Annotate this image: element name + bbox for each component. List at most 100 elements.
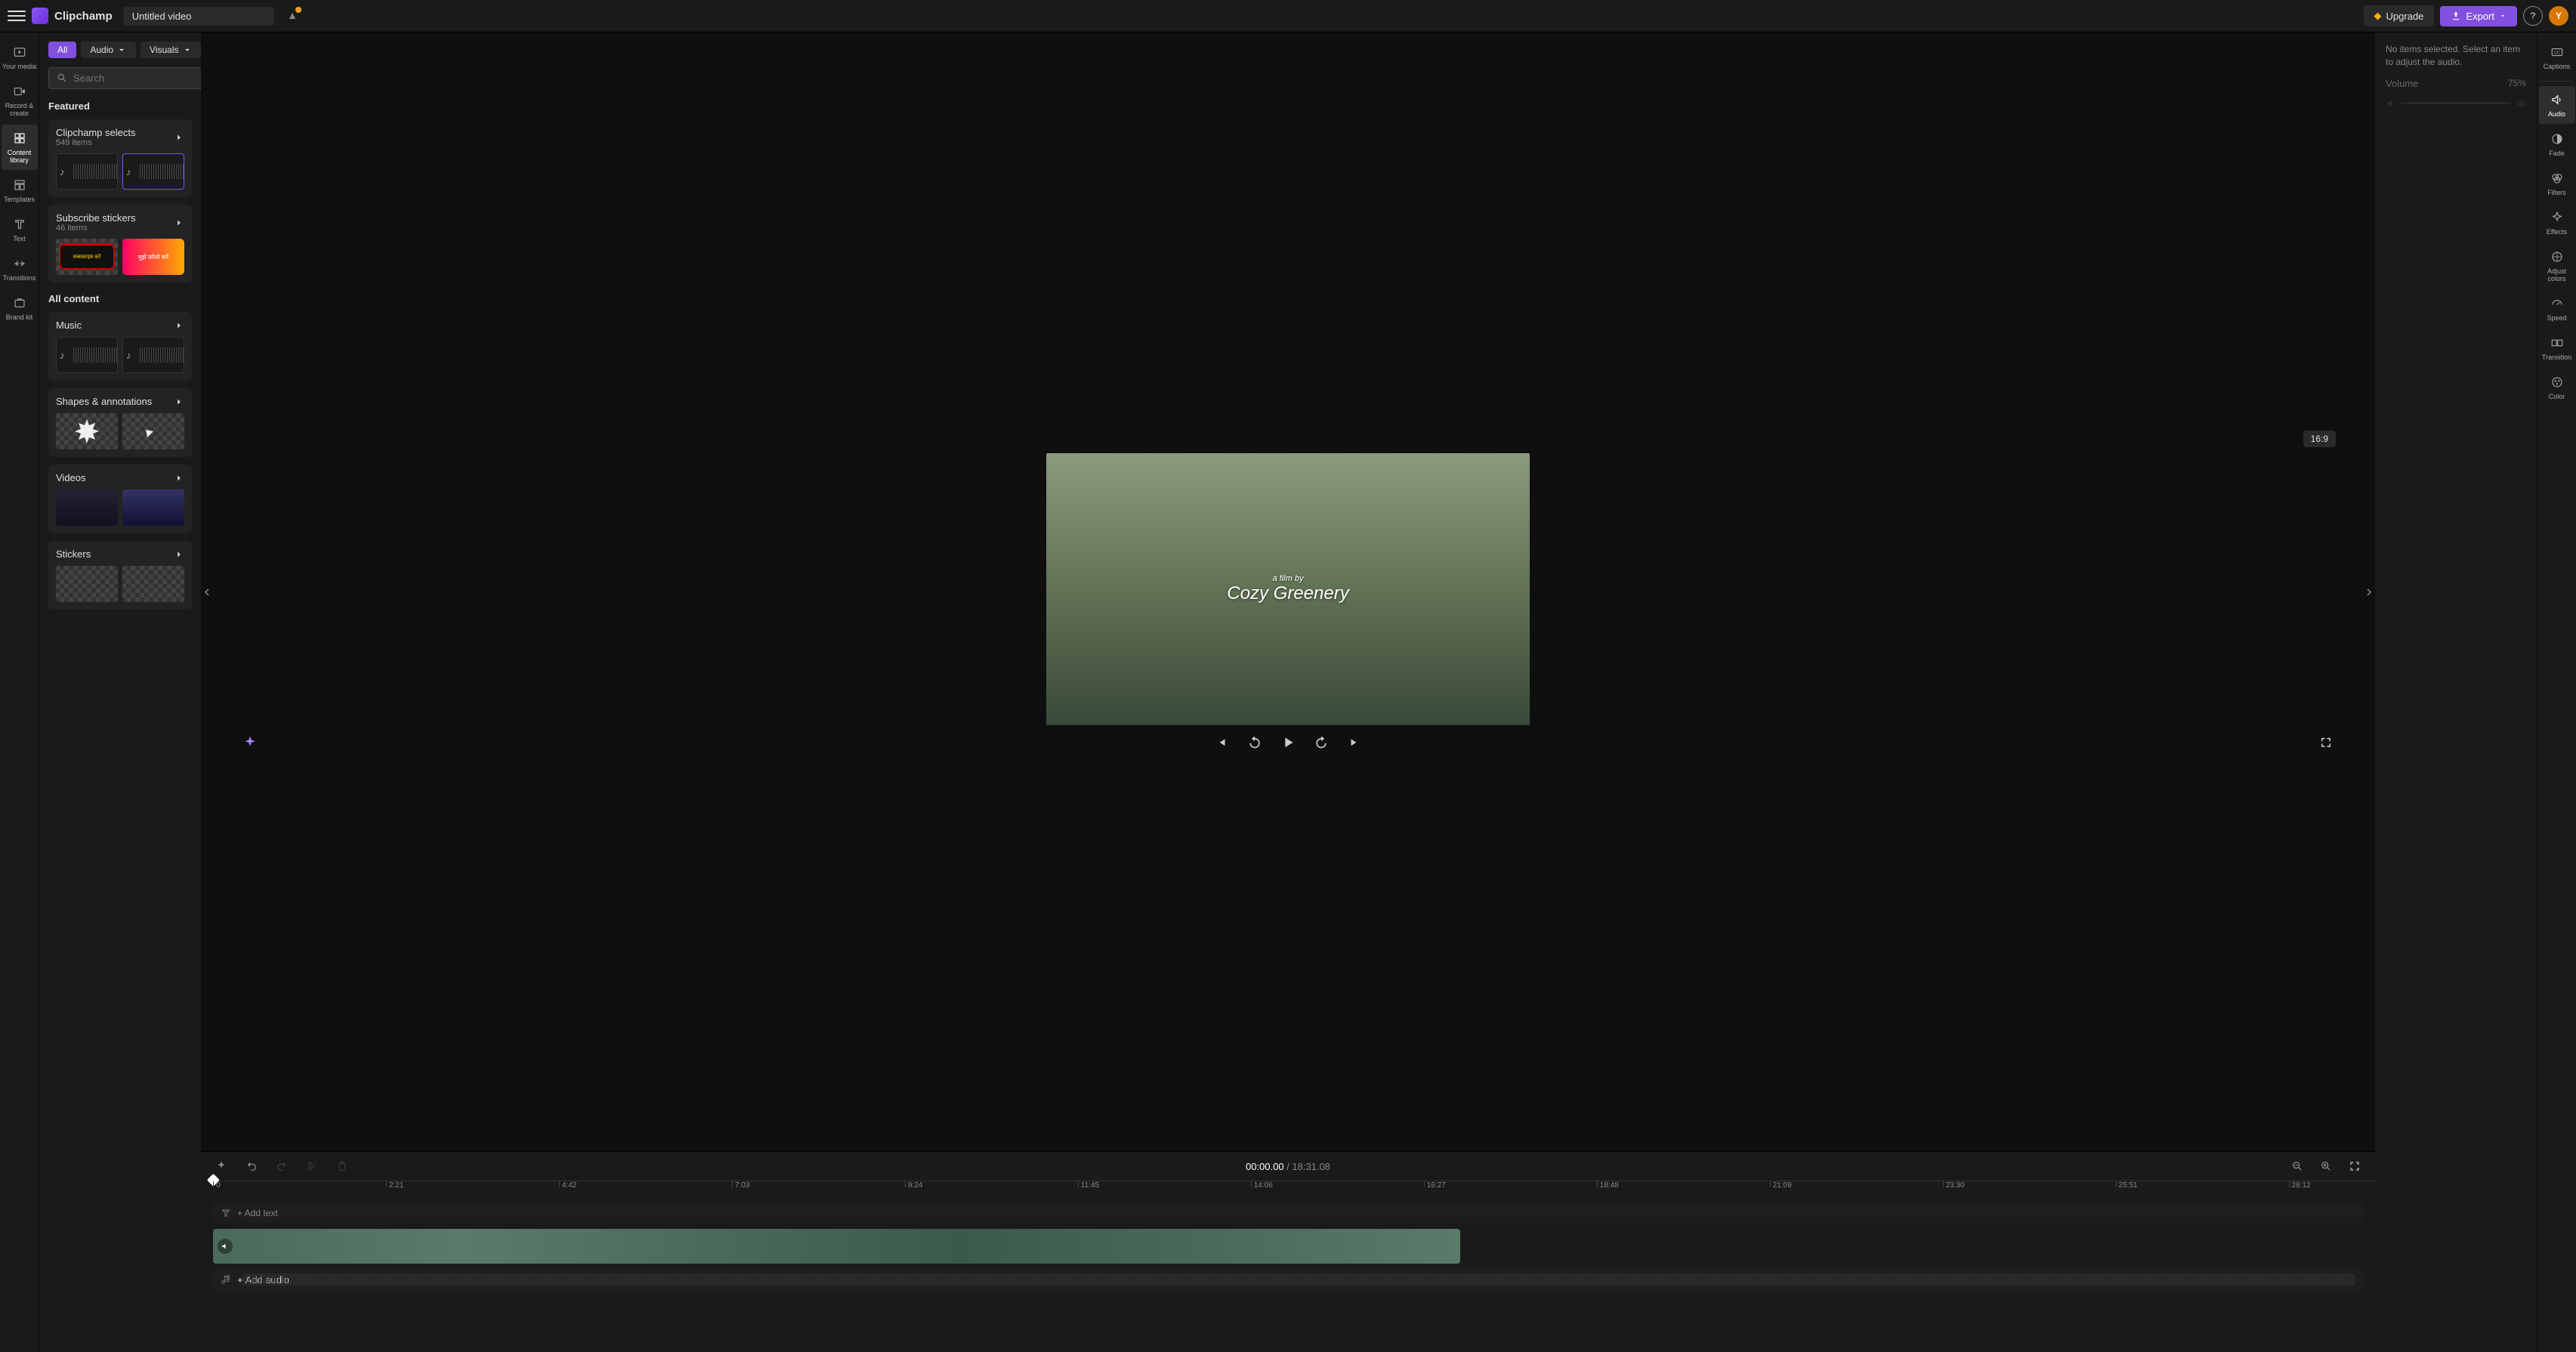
sticker-thumb[interactable]: [122, 566, 184, 602]
ruler-tick: 18:48: [1597, 1181, 1619, 1187]
video-thumb[interactable]: [56, 489, 118, 526]
card-stickers[interactable]: Stickers: [48, 541, 192, 610]
search-input[interactable]: [73, 73, 201, 84]
add-text-track[interactable]: + Add text: [213, 1203, 2363, 1223]
burst-shape-icon: [72, 416, 102, 446]
split-button[interactable]: [302, 1156, 322, 1176]
rail-fade[interactable]: Fade: [2539, 125, 2575, 163]
magic-button[interactable]: [212, 1156, 231, 1176]
search-icon: [57, 73, 67, 83]
skip-forward-button[interactable]: [1345, 733, 1364, 752]
export-button[interactable]: Export: [2440, 6, 2517, 26]
ai-sparkle-button[interactable]: [240, 733, 260, 752]
audio-thumb[interactable]: ♪: [122, 337, 184, 373]
rail-transition[interactable]: Transition: [2539, 329, 2575, 367]
zoom-in-button[interactable]: [2316, 1156, 2336, 1176]
music-note-icon: ♪: [126, 350, 137, 360]
user-avatar[interactable]: Y: [2549, 6, 2568, 26]
music-note-icon: ♪: [60, 350, 70, 360]
upgrade-button[interactable]: ◆ Upgrade: [2364, 5, 2435, 26]
rail-record-create[interactable]: Record & create: [2, 78, 38, 123]
aspect-ratio-button[interactable]: 16:9: [2303, 431, 2336, 447]
right-rail: CCCaptions Audio Fade Filters Effects Ad…: [2537, 32, 2576, 1352]
ruler-tick: 28:12: [2289, 1181, 2311, 1187]
zoom-out-button[interactable]: [2287, 1156, 2307, 1176]
volume-full-icon: [2516, 98, 2526, 109]
ruler-tick: 23:30: [1943, 1181, 1965, 1187]
upload-icon: [2451, 11, 2461, 21]
project-title-input[interactable]: [123, 7, 274, 26]
sticker-thumb[interactable]: सब्सक्राइब करें: [56, 239, 118, 275]
timecode: 00:00.00 / 18:31.08: [1246, 1161, 1330, 1172]
card-music[interactable]: Music ♪ ♪: [48, 312, 192, 381]
volume-label: Volume: [2386, 78, 2418, 89]
search-box[interactable]: [48, 67, 201, 89]
rail-transitions[interactable]: Transitions: [2, 250, 38, 288]
video-thumb[interactable]: [122, 489, 184, 526]
collapse-sidebar-handle[interactable]: [201, 32, 213, 1151]
rail-audio[interactable]: Audio: [2539, 86, 2575, 124]
card-subscribe-stickers[interactable]: Subscribe stickers46 items सब्सक्राइब कर…: [48, 205, 192, 282]
chevron-right-icon: [174, 218, 184, 228]
rail-speed[interactable]: Speed: [2539, 290, 2575, 328]
rail-captions[interactable]: CCCaptions: [2539, 39, 2575, 76]
fit-timeline-button[interactable]: [2345, 1156, 2364, 1176]
volume-slider: [2386, 98, 2526, 109]
ruler-tick: 14:06: [1251, 1181, 1273, 1187]
rail-adjust-colors[interactable]: Adjust colors: [2539, 243, 2575, 289]
diamond-icon: ◆: [2374, 10, 2382, 22]
delete-button[interactable]: [332, 1156, 352, 1176]
audio-thumb[interactable]: ♪: [56, 337, 118, 373]
content-sidebar: All Audio Visuals Featured Clipchamp sel…: [39, 32, 201, 1352]
rail-your-media[interactable]: Your media: [2, 39, 38, 76]
rail-brand-kit[interactable]: Brand kit: [2, 289, 38, 327]
card-shapes[interactable]: Shapes & annotations: [48, 388, 192, 457]
topbar: Clipchamp ◆ Upgrade Export ? Y: [0, 0, 2576, 32]
rail-color[interactable]: Color: [2539, 369, 2575, 406]
chevron-right-icon: [174, 397, 184, 407]
menu-icon[interactable]: [8, 7, 26, 25]
timeline-ruler[interactable]: 02:214:427:039:2411:4514:0616:2718:4821:…: [213, 1181, 2375, 1197]
audio-thumb[interactable]: ♪: [122, 153, 184, 190]
ruler-tick: 25:51: [2116, 1181, 2138, 1187]
pill-audio[interactable]: Audio: [81, 42, 136, 58]
play-button[interactable]: [1278, 733, 1298, 752]
sticker-thumb[interactable]: मुझे फ़ॉलो करें: [122, 239, 184, 275]
clip-audio-icon: [218, 1239, 233, 1254]
rewind-10-button[interactable]: [1245, 733, 1265, 752]
rail-templates[interactable]: Templates: [2, 171, 38, 209]
ruler-tick: 7:03: [732, 1181, 749, 1187]
redo-button[interactable]: [272, 1156, 292, 1176]
shape-thumb[interactable]: [122, 413, 184, 449]
pill-visuals[interactable]: Visuals: [141, 42, 201, 58]
chevron-right-icon: [174, 320, 184, 331]
collapse-rightpanel-handle[interactable]: [2363, 32, 2375, 1151]
card-clipchamp-selects[interactable]: Clipchamp selects549 items ♪ ♪: [48, 119, 192, 197]
rail-text[interactable]: Text: [2, 211, 38, 248]
help-button[interactable]: ?: [2523, 6, 2543, 26]
audio-thumb[interactable]: ♪: [56, 153, 118, 190]
add-audio-track[interactable]: + Add audio: [213, 1268, 2363, 1291]
rail-effects[interactable]: Effects: [2539, 204, 2575, 242]
forward-10-button[interactable]: [1311, 733, 1331, 752]
skip-back-button[interactable]: [1212, 733, 1231, 752]
text-icon: [221, 1208, 231, 1218]
all-content-heading: All content: [48, 293, 192, 304]
ruler-tick: 21:09: [1770, 1181, 1792, 1187]
video-preview[interactable]: a film by Cozy Greenery: [1046, 453, 1530, 725]
properties-panel: No items selected. Select an item to adj…: [2375, 32, 2537, 1352]
text-overlay: a film by Cozy Greenery: [1227, 574, 1348, 604]
video-clip[interactable]: [213, 1229, 1460, 1264]
fullscreen-button[interactable]: [2316, 733, 2336, 752]
rail-filters[interactable]: Filters: [2539, 165, 2575, 202]
shape-thumb[interactable]: [56, 413, 118, 449]
rail-content-library[interactable]: Content library: [2, 125, 38, 170]
card-videos[interactable]: Videos: [48, 465, 192, 533]
undo-button[interactable]: [242, 1156, 261, 1176]
ruler-tick: 9:24: [905, 1181, 922, 1187]
ruler-tick: 0: [213, 1181, 221, 1187]
music-note-icon: ♪: [60, 166, 70, 177]
sticker-thumb[interactable]: [56, 566, 118, 602]
pill-all[interactable]: All: [48, 42, 76, 58]
clipchamp-logo: [32, 8, 48, 24]
